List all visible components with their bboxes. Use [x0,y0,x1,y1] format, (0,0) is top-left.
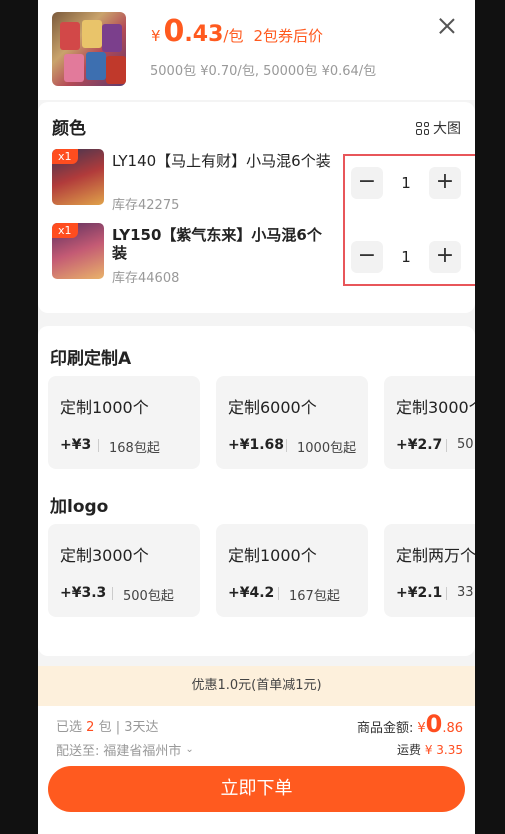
amount-label: 商品金额: [356,721,414,736]
decrement-button[interactable]: − [351,241,383,273]
sku-sheet: ¥ 0 .43 /包 2包券后价 5000包 ¥0.70/包, 50000包 ¥… [38,0,475,834]
option-name: 定制两万个 [396,546,475,565]
price-unit: /包 [223,27,244,45]
product-amount: 商品金额: ¥ 0 .86 [357,710,463,738]
selected-count: 2 [86,720,95,735]
color-item-image[interactable]: x1 [52,223,104,279]
color-item-image[interactable]: x1 [52,149,104,205]
option-name: 定制3000个 [396,398,475,417]
big-view-button[interactable]: 大图 [416,118,461,138]
color-item-stock: 库存44608 [112,271,180,286]
option-minimum: 33 [457,585,474,600]
tier-pricing: 5000包 ¥0.70/包, 50000包 ¥0.64/包 [150,64,377,79]
freight-label: 运费 [396,743,421,757]
divider [278,587,279,600]
freight: 运费 ¥ 3.35 [397,741,463,758]
close-icon[interactable] [435,14,459,38]
checkout-footer: 已选 2 包 | 3天达 配送至: 福建省福州市 ⌄ 商品金额: ¥ 0 .86… [38,706,475,834]
divider [446,587,447,600]
ship-label: 配送至: [56,744,100,759]
grid-icon [416,121,429,135]
customization-card: 印刷定制A 定制1000个 +¥3 168包起 定制6000个 +¥1.68 1… [38,326,475,656]
promo-banner: 优惠1.0元(首单减1元) [38,666,475,706]
increment-button[interactable]: + [429,241,461,273]
amount-integer: 0 [425,710,443,738]
big-view-label: 大图 [433,121,461,137]
quantity-value[interactable]: 1 [383,167,429,199]
option-minimum: 50 [457,437,474,452]
logo-section-title: 加logo [50,497,109,517]
print-option[interactable]: 定制6000个 +¥1.68 1000包起 [216,376,368,469]
chevron-down-icon: ⌄ [185,744,194,755]
print-option[interactable]: 定制1000个 +¥3 168包起 [48,376,200,469]
product-thumbnail[interactable] [52,12,126,86]
divider [286,439,287,452]
amount-decimal: .86 [442,721,463,736]
color-item-stock: 库存42275 [112,198,180,213]
ship-place: 福建省福州市 [103,744,182,759]
product-header: ¥ 0 .43 /包 2包券后价 5000包 ¥0.70/包, 50000包 ¥… [38,0,475,100]
quantity-badge: x1 [52,149,78,164]
place-order-button[interactable]: 立即下单 [48,766,465,812]
option-price: +¥2.1 [396,585,443,601]
option-name: 定制6000个 [228,398,317,417]
amount-currency: ¥ [417,721,426,736]
option-minimum: 500包起 [123,589,174,604]
price-integer: 0 [163,14,185,49]
option-name: 定制1000个 [60,398,149,417]
freight-value: ¥ 3.35 [424,743,463,757]
divider [98,439,99,452]
logo-option[interactable]: 定制两万个 +¥2.1 33 [384,524,475,617]
divider [112,587,113,600]
print-section-title: 印刷定制A [50,349,132,369]
price-row: ¥ 0 .43 /包 2包券后价 [151,14,323,50]
option-name: 定制3000个 [60,546,149,565]
price-currency: ¥ [151,27,161,45]
option-price: +¥3.3 [60,585,107,601]
shipping-address[interactable]: 配送至: 福建省福州市 ⌄ [56,740,194,759]
option-minimum: 167包起 [289,589,340,604]
color-item-name: LY150【紫气东来】小马混6个装 [112,226,322,262]
quantity-value[interactable]: 1 [383,241,429,273]
increment-button[interactable]: + [429,167,461,199]
selected-suffix: 包 | 3天达 [98,720,159,735]
selected-prefix: 已选 [56,720,83,735]
selection-summary: 已选 2 包 | 3天达 [56,716,159,735]
logo-option[interactable]: 定制3000个 +¥3.3 500包起 [48,524,200,617]
price-decimal: .43 [184,22,224,47]
option-price: +¥3 [60,437,92,453]
decrement-button[interactable]: − [351,167,383,199]
option-price: +¥2.7 [396,437,443,453]
option-name: 定制1000个 [228,546,317,565]
logo-option[interactable]: 定制1000个 +¥4.2 167包起 [216,524,368,617]
quantity-stepper[interactable]: − 1 + [351,241,461,273]
color-item-name: LY140【马上有财】小马混6个装 [112,152,331,170]
option-minimum: 1000包起 [297,441,357,456]
option-price: +¥1.68 [228,437,285,453]
divider [446,439,447,452]
coupon-price-note: 2包券后价 [253,27,324,45]
color-section-title: 颜色 [52,119,86,139]
quantity-badge: x1 [52,223,78,238]
option-price: +¥4.2 [228,585,275,601]
quantity-stepper[interactable]: − 1 + [351,167,461,199]
option-minimum: 168包起 [109,441,160,456]
print-option[interactable]: 定制3000个 +¥2.7 50 [384,376,475,469]
